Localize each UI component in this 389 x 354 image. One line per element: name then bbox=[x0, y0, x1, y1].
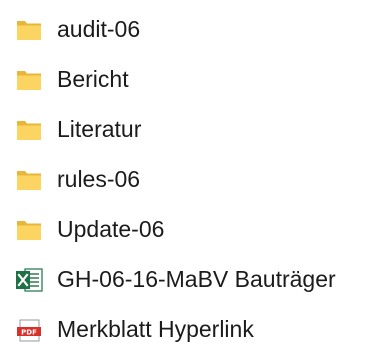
file-name: Update-06 bbox=[57, 216, 165, 242]
file-name: rules-06 bbox=[57, 166, 141, 192]
pdf-file-icon: PDF bbox=[14, 317, 44, 343]
folder-icon bbox=[14, 167, 44, 193]
file-list: audit-06 Bericht Literatur rules-06 Upda… bbox=[0, 4, 389, 354]
folder-item-update-06[interactable]: Update-06 bbox=[0, 204, 389, 254]
folder-item-audit-06[interactable]: audit-06 bbox=[0, 4, 389, 54]
folder-item-rules-06[interactable]: rules-06 bbox=[0, 154, 389, 204]
file-name: Literatur bbox=[57, 116, 142, 142]
excel-file-icon bbox=[14, 267, 44, 293]
folder-icon bbox=[14, 17, 44, 43]
pdf-file-item[interactable]: PDF Merkblatt Hyperlink bbox=[0, 304, 389, 354]
folder-item-bericht[interactable]: Bericht bbox=[0, 54, 389, 104]
folder-icon bbox=[14, 117, 44, 143]
folder-item-literatur[interactable]: Literatur bbox=[0, 104, 389, 154]
folder-icon bbox=[14, 67, 44, 93]
folder-icon bbox=[14, 217, 44, 243]
file-name: GH-06-16-MaBV Bauträger bbox=[57, 266, 336, 292]
file-name: Bericht bbox=[57, 66, 129, 92]
file-name: audit-06 bbox=[57, 16, 141, 42]
file-name: Merkblatt Hyperlink bbox=[57, 316, 254, 342]
excel-file-item[interactable]: GH-06-16-MaBV Bauträger bbox=[0, 254, 389, 304]
svg-text:PDF: PDF bbox=[21, 328, 37, 336]
